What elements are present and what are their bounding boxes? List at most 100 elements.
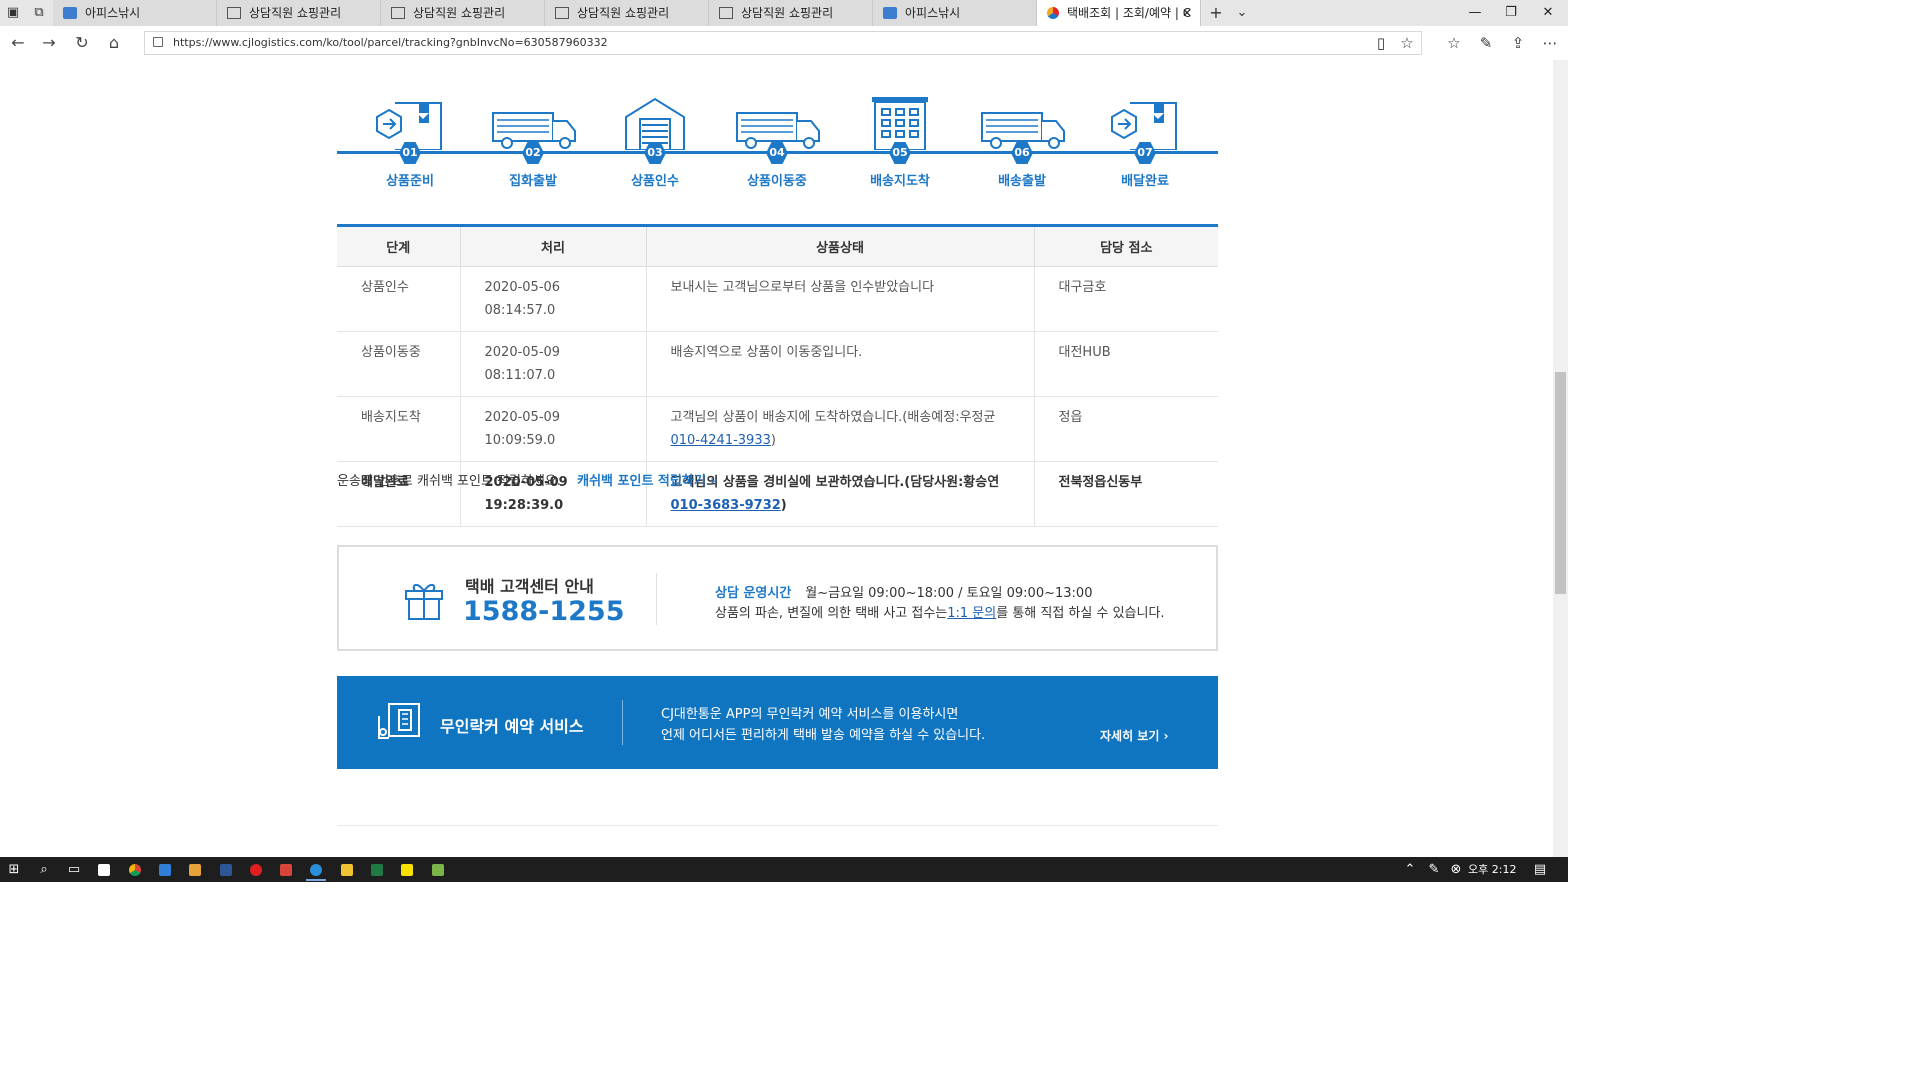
warehouse-icon <box>625 97 685 150</box>
refresh-icon[interactable]: ↻ <box>70 32 94 54</box>
tab-2[interactable]: 상담직원 쇼핑관리 <box>381 0 545 26</box>
tab-1[interactable]: 상담직원 쇼핑관리 <box>217 0 381 26</box>
vertical-scrollbar[interactable] <box>1553 60 1568 857</box>
delivery-steps: 01 상품준비 02 집화출발 03 상품인수 04 상품이동중 05 배송지도… <box>337 95 1218 195</box>
search-icon[interactable]: ⌕ <box>34 860 54 879</box>
tab-4[interactable]: 상담직원 쇼핑관리 <box>709 0 873 26</box>
cell-branch: 대전HUB <box>1033 331 1218 397</box>
cj-favicon-icon <box>1047 7 1059 19</box>
cell-branch: 전북정읍신동부 <box>1033 461 1218 527</box>
favorites-hub-icon[interactable]: ☆ <box>1442 32 1466 54</box>
tab-3[interactable]: 상담직원 쇼핑관리 <box>545 0 709 26</box>
tab-active[interactable]: 택배조회 | 조회/예약 | C ✕ <box>1037 0 1201 26</box>
app-icon[interactable] <box>276 860 296 879</box>
tab-0[interactable]: 아피스낚시 <box>53 0 217 26</box>
cell-status: 보내시는 고객님으로부터 상품을 인수받았습니다 <box>645 266 1034 332</box>
tray-chevron-icon[interactable]: ⌃ <box>1400 860 1420 879</box>
page-icon <box>719 7 733 19</box>
cell-status: 배송지역으로 상품이 이동중입니다. <box>645 331 1034 397</box>
page-content: 01 상품준비 02 집화출발 03 상품인수 04 상품이동중 05 배송지도… <box>0 60 1553 857</box>
phone-link[interactable]: 010-3683-9732 <box>671 498 781 513</box>
step-5: 05 배송지도착 <box>840 95 960 189</box>
back-icon[interactable]: ← <box>6 32 30 54</box>
tab-title: 상담직원 쇼핑관리 <box>249 6 342 20</box>
close-window-icon[interactable]: ✕ <box>1528 0 1568 26</box>
building-icon <box>872 97 928 150</box>
inquiry-link[interactable]: 1:1 문의 <box>947 606 996 621</box>
address-bar: ← → ↻ ⌂ https://www.cjlogistics.com/ko/t… <box>0 26 1568 61</box>
restore-icon[interactable]: ❐ <box>1491 0 1531 26</box>
cell-stage: 상품인수 <box>337 266 460 332</box>
home-icon[interactable]: ⌂ <box>102 32 126 54</box>
store-icon[interactable] <box>94 860 114 879</box>
media-icon[interactable] <box>185 860 205 879</box>
new-tab-icon[interactable]: + <box>1205 3 1227 23</box>
tab-actions-icon[interactable]: ▣ <box>2 3 24 23</box>
phone-link[interactable]: 010-4241-3933 <box>671 433 771 448</box>
tab-title: 아피스낚시 <box>905 6 961 20</box>
cashback-link[interactable]: 캐쉬백 포인트 적립하기 › <box>577 474 716 489</box>
lock-icon <box>153 37 163 47</box>
col-stage: 단계 <box>337 224 460 267</box>
chrome-icon[interactable] <box>125 860 145 879</box>
status-text: 배송지역으로 상품이 이동중입니다. <box>670 345 863 360</box>
word-icon[interactable] <box>216 860 236 879</box>
locker-more-link[interactable]: 자세히 보기 › <box>1100 727 1169 744</box>
cell-stage: 배송지도착 <box>337 396 460 462</box>
status-text: 고객님의 상품을 경비실에 보관하였습니다.(담당사원:황승연 <box>670 475 1000 490</box>
desc-text: 를 통해 직접 하실 수 있습니다. <box>996 606 1165 621</box>
more-menu-icon[interactable]: ⋯ <box>1538 32 1562 54</box>
kakaotalk-icon[interactable] <box>397 860 417 879</box>
cell-time: 2020-05-09 10:09:59.0 <box>459 396 646 462</box>
share-icon[interactable]: ⇪ <box>1506 32 1530 54</box>
status-suffix: ) <box>780 498 787 513</box>
tab-5[interactable]: 아피스낚시 <box>873 0 1037 26</box>
windows-start-icon[interactable]: ⊞ <box>4 860 24 879</box>
table-row: 상품인수 2020-05-06 08:14:57.0 보내시는 고객님으로부터 … <box>337 266 1218 332</box>
excel-icon[interactable] <box>367 860 387 879</box>
windows-taskbar: ⊞ ⌕ ▭ ⌃ ✎ ⊗ 오후 2:12 ▤ <box>0 857 1568 882</box>
cell-status: 고객님의 상품이 배송지에 도착하였습니다.(배송예정:우정균 010-4241… <box>645 396 1034 462</box>
pen-tray-icon[interactable]: ✎ <box>1424 860 1444 879</box>
step-label: 집화출발 <box>509 174 557 189</box>
minimize-icon[interactable]: — <box>1455 0 1495 26</box>
step-6: 06 배송출발 <box>962 95 1082 189</box>
scrollbar-thumb[interactable] <box>1555 372 1566 594</box>
page-icon <box>227 7 241 19</box>
network-icon[interactable]: ⊗ <box>1446 860 1466 879</box>
table-row: 배송지도착 2020-05-09 10:09:59.0 고객님의 상품이 배송지… <box>337 396 1218 462</box>
url-field[interactable]: https://www.cjlogistics.com/ko/tool/parc… <box>144 31 1422 55</box>
step-label: 배송지도착 <box>870 174 930 189</box>
cell-branch: 대구금호 <box>1033 266 1218 332</box>
set-aside-tabs-icon[interactable]: ⧉ <box>28 3 50 23</box>
tab-list-chevron-icon[interactable]: ⌄ <box>1231 3 1253 23</box>
locker-icon <box>378 703 420 739</box>
url-text: https://www.cjlogistics.com/ko/tool/parc… <box>173 36 608 49</box>
footer-divider <box>337 825 1218 826</box>
col-time: 처리 <box>459 224 646 267</box>
opera-icon[interactable] <box>246 860 266 879</box>
clock[interactable]: 오후 2:12 <box>1468 857 1516 882</box>
step-1: 01 상품준비 <box>350 95 470 189</box>
mail-icon[interactable] <box>155 860 175 879</box>
step-label: 상품인수 <box>631 174 679 189</box>
locker-title: 무인락커 예약 서비스 <box>440 717 584 736</box>
hours-label: 상담 운영시간 <box>715 586 792 601</box>
forward-icon[interactable]: → <box>37 32 61 54</box>
file-explorer-icon[interactable] <box>337 860 357 879</box>
col-branch: 담당 점소 <box>1033 224 1218 267</box>
step-label: 배송출발 <box>998 174 1046 189</box>
edge-icon[interactable] <box>306 860 326 881</box>
notification-icon[interactable]: ▤ <box>1530 860 1550 879</box>
pen-note-icon[interactable]: ✎ <box>1474 32 1498 54</box>
app-icon[interactable] <box>428 860 448 879</box>
step-3: 03 상품인수 <box>595 95 715 189</box>
close-tab-icon[interactable]: ✕ <box>1182 0 1192 26</box>
browser-tab-bar: ▣ ⧉ 아피스낚시 상담직원 쇼핑관리 상담직원 쇼핑관리 상담직원 쇼핑관리 … <box>0 0 1568 26</box>
task-view-icon[interactable]: ▭ <box>64 860 84 879</box>
hours-text: 월~금요일 09:00~18:00 / 토요일 09:00~13:00 <box>805 586 1093 601</box>
favorite-star-icon[interactable]: ☆ <box>1395 32 1419 54</box>
cashback-note: 운송장 번호로 캐쉬백 포인트 적립하세요. 캐쉬백 포인트 적립하기 › <box>337 470 716 489</box>
step-2: 02 집화출발 <box>473 95 593 189</box>
reading-view-icon[interactable]: ▯ <box>1369 32 1393 54</box>
